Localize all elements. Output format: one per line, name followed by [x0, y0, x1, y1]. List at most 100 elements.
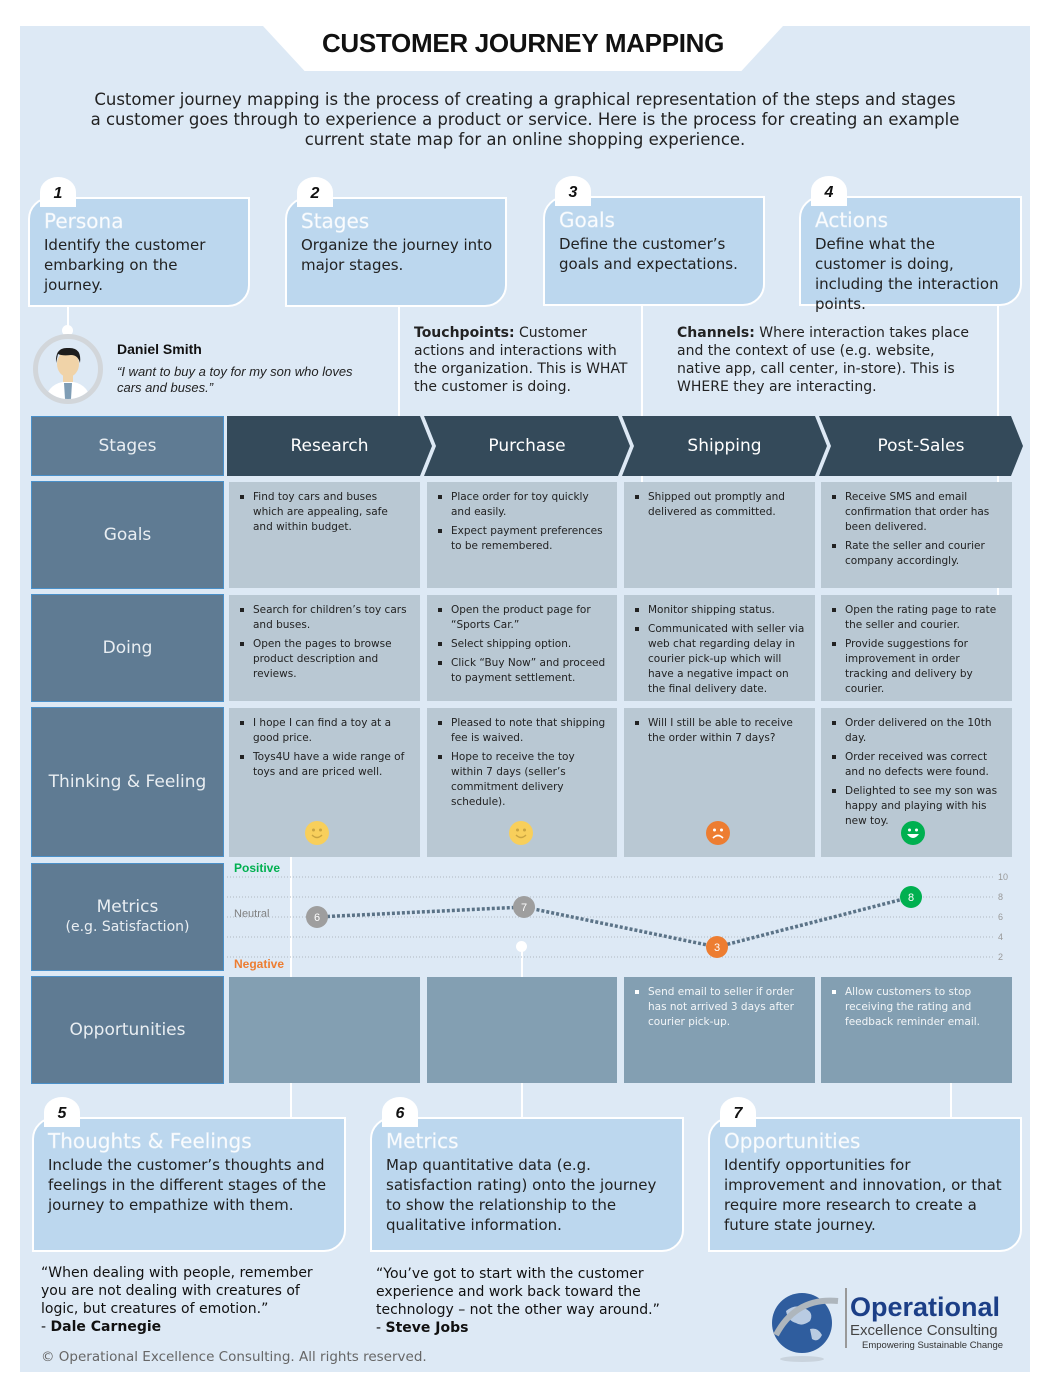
touchpoints-label: Touchpoints: — [414, 325, 515, 341]
step-title: Opportunities — [724, 1129, 861, 1153]
bullet-item: Pleased to note that shipping fee is wai… — [437, 716, 607, 746]
step-number: 5 — [44, 1097, 80, 1127]
stage-bar: Research Purchase Shipping Post-Sales — [227, 416, 1023, 476]
y-tick-label: 2 — [998, 952, 1003, 962]
goals-cell: Find toy cars and buses which are appeal… — [229, 482, 420, 588]
persona-quote: “I want to buy a toy for my son who love… — [117, 364, 353, 395]
bullet-item: Select shipping option. — [437, 637, 607, 652]
thinking-cell: Pleased to note that shipping fee is wai… — [427, 708, 617, 857]
row-header-label: Stages — [98, 436, 157, 456]
bullet-list: Will I still be able to receive the orde… — [634, 716, 805, 746]
opportunities-cell — [427, 977, 617, 1083]
bullet-list: Open the product page for “Sports Car.” S… — [437, 603, 607, 686]
page-title: CUSTOMER JOURNEY MAPPING — [321, 28, 725, 58]
step-card-goals: 3 Goals Define the customer’s goals and … — [543, 176, 765, 306]
bullet-list: Shipped out promptly and delivered as co… — [634, 490, 805, 520]
row-header-label: Doing — [102, 638, 153, 658]
opportunities-cell — [229, 977, 420, 1083]
bullet-list: Place order for toy quickly and easily. E… — [437, 490, 607, 554]
bullet-item: Open the product page for “Sports Car.” — [437, 603, 607, 633]
intro-text: Customer journey mapping is the process … — [90, 90, 960, 149]
doing-cell: Open the product page for “Sports Car.” S… — [427, 595, 617, 701]
goals-cell: Receive SMS and email confirmation that … — [821, 482, 1012, 588]
step-body: Organize the journey into major stages. — [301, 236, 493, 274]
doing-cell: Search for children’s toy cars and buses… — [229, 595, 420, 701]
bullet-item: Allow customers to stop receiving the ra… — [831, 985, 1002, 1030]
row-header-opportunities: Opportunities — [31, 976, 224, 1084]
bullet-list: Find toy cars and buses which are appeal… — [239, 490, 410, 535]
goals-cell: Shipped out promptly and delivered as co… — [624, 482, 815, 588]
thinking-cell: I hope I can find a toy at a good price.… — [229, 708, 420, 857]
bullet-item: Shipped out promptly and delivered as co… — [634, 490, 805, 520]
bullet-item: Order delivered on the 10th day. — [831, 716, 1002, 746]
channels-note: Channels: Where interaction takes place … — [677, 324, 977, 396]
bullet-list: Monitor shipping status. Communicated wit… — [634, 603, 805, 697]
bullet-item: Hope to receive the toy within 7 days (s… — [437, 750, 607, 810]
quote-jobs: “You’ve got to start with the customer e… — [376, 1265, 666, 1337]
satisfaction-line — [316, 895, 912, 949]
doing-cell: Open the rating page to rate the seller … — [821, 595, 1012, 701]
logo-name: Operational — [850, 1292, 1001, 1322]
bullet-list: Receive SMS and email confirmation that … — [831, 490, 1002, 569]
goals-cell: Place order for toy quickly and easily. E… — [427, 482, 617, 588]
bullet-item: Place order for toy quickly and easily. — [437, 490, 607, 520]
row-header-metrics: Metrics (e.g. Satisfaction) — [31, 863, 224, 971]
step-body: Define the customer’s goals and expectat… — [559, 235, 738, 273]
step-card-actions: 4 Actions Define what the customer is do… — [799, 176, 1022, 313]
step-title: Goals — [559, 208, 615, 232]
stage-research: Research — [227, 416, 432, 476]
data-label: 8 — [908, 892, 914, 904]
step-body: Define what the customer is doing, inclu… — [815, 235, 999, 313]
bullet-item: Monitor shipping status. — [634, 603, 805, 618]
bullet-list: Order delivered on the 10th day. Order re… — [831, 716, 1002, 829]
stage-label: Purchase — [488, 436, 566, 456]
bullet-item: Search for children’s toy cars and buses… — [239, 603, 410, 633]
row-header-label: Thinking & Feeling — [48, 772, 207, 792]
connector-stages — [398, 305, 400, 431]
quote-author: Steve Jobs — [385, 1320, 469, 1336]
row-header-goals: Goals — [31, 481, 224, 589]
row-header-label: Goals — [103, 525, 152, 545]
bullet-list: Open the rating page to rate the seller … — [831, 603, 1002, 697]
bullet-item: Order received was correct and no defect… — [831, 750, 1002, 780]
step-title: Stages — [301, 209, 370, 233]
bullet-item: Toys4U have a wide range of toys and are… — [239, 750, 410, 780]
bullet-item: Open the rating page to rate the seller … — [831, 603, 1002, 633]
logo-subtitle: Excellence Consulting — [850, 1322, 998, 1339]
person-icon — [46, 347, 90, 399]
row-header-label: Opportunities — [69, 1020, 186, 1040]
thinking-cell: Order delivered on the 10th day. Order re… — [821, 708, 1012, 857]
metrics-chart: Positive Neutral Negative 2 4 6 8 10 6 7 3 8 — [227, 861, 1023, 972]
metrics-plot: 2 4 6 8 10 6 7 3 8 — [227, 872, 1008, 962]
y-tick-label: 6 — [998, 912, 1003, 922]
channels-label: Channels: — [677, 325, 755, 341]
frown-icon — [706, 821, 730, 845]
step-body: Identify the customer embarking on the j… — [44, 236, 206, 294]
step-number: 1 — [40, 177, 76, 207]
bullet-item: Receive SMS and email confirmation that … — [831, 490, 1002, 535]
opportunities-cell: Allow customers to stop receiving the ra… — [821, 977, 1012, 1083]
step-card-persona: 1 Persona Identify the customer embarkin… — [28, 177, 250, 307]
bullet-item: Communicated with seller via web chat re… — [634, 622, 805, 697]
bullet-item: Open the pages to browse product descrip… — [239, 637, 410, 682]
globe-icon — [772, 1293, 839, 1362]
step-body: Include the customer’s thoughts and feel… — [48, 1156, 327, 1214]
bullet-list: Allow customers to stop receiving the ra… — [831, 985, 1002, 1030]
grin-icon — [901, 821, 925, 845]
bullet-list: Search for children’s toy cars and buses… — [239, 603, 410, 682]
bullet-item: Rate the seller and courier company acco… — [831, 539, 1002, 569]
step-number: 4 — [811, 176, 847, 206]
copyright: © Operational Excellence Consulting. All… — [41, 1349, 427, 1365]
step-number: 3 — [555, 176, 591, 206]
step-title: Persona — [44, 209, 124, 233]
bullet-item: I hope I can find a toy at a good price. — [239, 716, 410, 746]
stage-label: Post-Sales — [877, 436, 965, 456]
step-number: 6 — [382, 1097, 418, 1127]
bullet-list: I hope I can find a toy at a good price.… — [239, 716, 410, 780]
step-title: Thoughts & Feelings — [48, 1129, 252, 1153]
step-title: Metrics — [386, 1129, 459, 1153]
step-body: Identify opportunities for improvement a… — [724, 1156, 1002, 1234]
touchpoints-note: Touchpoints: Customer actions and intera… — [414, 324, 634, 396]
quote-text: “You’ve got to start with the customer e… — [376, 1266, 660, 1318]
y-tick-label: 8 — [998, 892, 1003, 902]
